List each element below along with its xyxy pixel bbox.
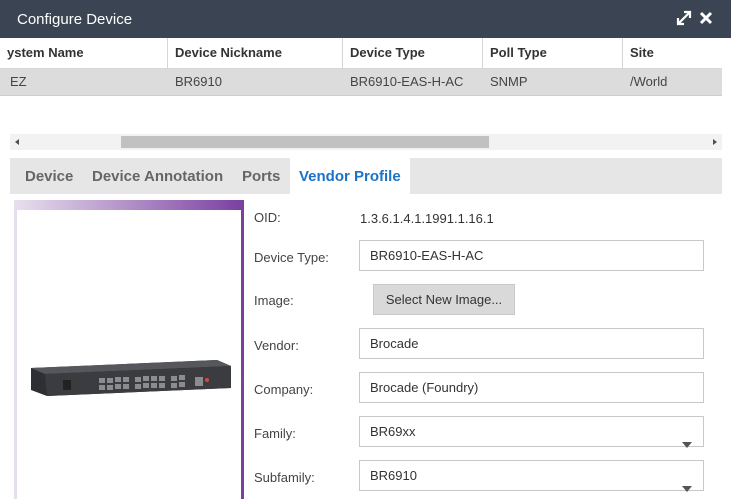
- window-title: Configure Device: [17, 11, 133, 28]
- device-type-label: Device Type:: [254, 250, 329, 265]
- family-select-value: BR69xx: [370, 424, 416, 439]
- chevron-down-icon[interactable]: [682, 429, 692, 458]
- column-header-poll-type[interactable]: Poll Type: [483, 38, 623, 68]
- vendor-field-value: Brocade: [370, 336, 419, 351]
- chevron-down-icon[interactable]: [682, 473, 692, 499]
- cell-device-type: BR6910-EAS-H-AC: [350, 74, 464, 89]
- company-label: Company:: [254, 382, 314, 397]
- device-type-field[interactable]: BR6910-EAS-H-AC: [359, 240, 704, 271]
- device-image-frame: [14, 200, 244, 499]
- subfamily-label: Subfamily:: [254, 470, 315, 485]
- device-image: [17, 210, 241, 499]
- oid-label: OID:: [254, 210, 281, 225]
- close-icon[interactable]: [698, 10, 714, 26]
- family-select[interactable]: BR69xx: [359, 416, 704, 448]
- column-header-site[interactable]: Site: [623, 38, 722, 68]
- image-label: Image:: [254, 293, 294, 308]
- company-field-value: Brocade (Foundry): [370, 380, 479, 395]
- device-type-field-value: BR6910-EAS-H-AC: [370, 248, 484, 263]
- vendor-label: Vendor:: [254, 338, 299, 353]
- subfamily-select[interactable]: BR6910: [359, 460, 704, 492]
- tab-bar: Device Device Annotation Ports Vendor Pr…: [10, 158, 722, 194]
- tab-vendor-profile[interactable]: Vendor Profile: [290, 158, 410, 194]
- cell-system-name: EZ: [10, 74, 27, 89]
- title-bar: Configure Device: [0, 0, 731, 38]
- cell-poll-type: SNMP: [490, 74, 528, 89]
- select-new-image-button[interactable]: Select New Image...: [373, 284, 515, 315]
- tab-device-annotation[interactable]: Device Annotation: [87, 158, 228, 194]
- tab-ports[interactable]: Ports: [237, 158, 285, 194]
- scroll-left-icon[interactable]: [10, 134, 24, 150]
- subfamily-select-value: BR6910: [370, 468, 417, 483]
- scrollbar-thumb[interactable]: [121, 136, 489, 148]
- cell-device-nickname: BR6910: [175, 74, 222, 89]
- horizontal-scrollbar[interactable]: [10, 134, 722, 150]
- expand-arrows-icon[interactable]: [676, 10, 692, 26]
- scroll-right-icon[interactable]: [708, 134, 722, 150]
- table-row[interactable]: EZ BR6910 BR6910-EAS-H-AC SNMP /World: [0, 69, 722, 96]
- cell-site: /World: [630, 74, 668, 89]
- column-header-device-nickname[interactable]: Device Nickname: [168, 38, 343, 68]
- family-label: Family:: [254, 426, 296, 441]
- oid-value: 1.3.6.1.4.1.1991.1.16.1: [360, 211, 494, 226]
- vendor-field[interactable]: Brocade: [359, 328, 704, 359]
- column-header-device-type[interactable]: Device Type: [343, 38, 483, 68]
- device-grid-header: ystem Name Device Nickname Device Type P…: [0, 38, 722, 69]
- tab-device[interactable]: Device: [20, 158, 78, 194]
- column-header-system-name[interactable]: ystem Name: [0, 38, 168, 68]
- company-field[interactable]: Brocade (Foundry): [359, 372, 704, 403]
